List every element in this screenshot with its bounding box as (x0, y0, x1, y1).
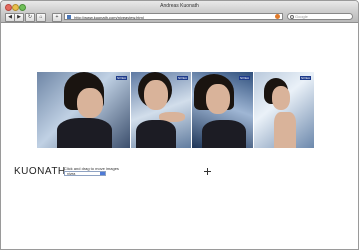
crosshair-cursor-icon (204, 168, 211, 175)
gallery-image-4[interactable]: NIVEA (254, 72, 314, 148)
close-window-button[interactable] (5, 3, 12, 11)
gallery-select[interactable]: nivea (64, 171, 106, 176)
address-url: http://www.kuonath.com/niveaview.html (74, 14, 144, 20)
body-shape (57, 118, 112, 148)
search-field[interactable]: Google (287, 12, 353, 20)
reload-button[interactable]: ↻ (25, 12, 35, 22)
search-icon (290, 14, 295, 20)
face-shape (144, 80, 168, 110)
body-shape (136, 120, 176, 148)
home-icon: ⌂ (39, 13, 43, 20)
minimize-window-button[interactable] (12, 3, 19, 11)
brand-badge: NIVEA (116, 76, 127, 80)
dropdown-arrow-icon (100, 172, 105, 175)
search-placeholder: Google (295, 13, 308, 19)
gallery-image-1[interactable]: NIVEA (37, 72, 130, 148)
home-button[interactable]: ⌂ (36, 12, 46, 22)
forward-arrow-icon: ▶ (17, 13, 21, 20)
zoom-window-button[interactable] (19, 3, 26, 11)
plus-icon: + (55, 13, 59, 20)
browser-toolbar: ◀ ▶ ↻ ⌂ + http://www.kuonath.com/niveavi… (1, 11, 358, 23)
site-favicon-icon (67, 15, 71, 19)
site-logo[interactable]: KUONATH (14, 166, 66, 177)
gallery-image-3[interactable]: NIVEA (192, 72, 253, 148)
face-shape (77, 88, 103, 118)
back-arrow-icon: ◀ (8, 13, 12, 20)
address-bar[interactable]: http://www.kuonath.com/niveaview.html (64, 12, 283, 20)
gallery-image-2[interactable]: NIVEA (131, 72, 191, 148)
body-shape (202, 120, 246, 148)
brand-badge: NIVEA (239, 76, 250, 80)
shoulder-shape (274, 112, 296, 148)
reload-icon: ↻ (27, 13, 33, 20)
forward-button[interactable]: ▶ (14, 12, 24, 22)
face-shape (206, 84, 230, 114)
add-bookmark-button[interactable]: + (52, 12, 62, 22)
brand-badge: NIVEA (177, 76, 188, 80)
browser-window: Andreas Kuonath ◀ ▶ ↻ ⌂ + http://www.kuo… (0, 0, 359, 250)
face-shape (272, 86, 290, 110)
title-bar: Andreas Kuonath (1, 1, 358, 11)
page-content: NIVEA NIVEA NIVEA NIVEA KUONATH Click an… (1, 23, 358, 249)
rss-icon[interactable] (275, 14, 280, 19)
window-title: Andreas Kuonath (160, 3, 199, 9)
gallery-select-value: nivea (67, 172, 76, 176)
brand-badge: NIVEA (300, 76, 311, 80)
